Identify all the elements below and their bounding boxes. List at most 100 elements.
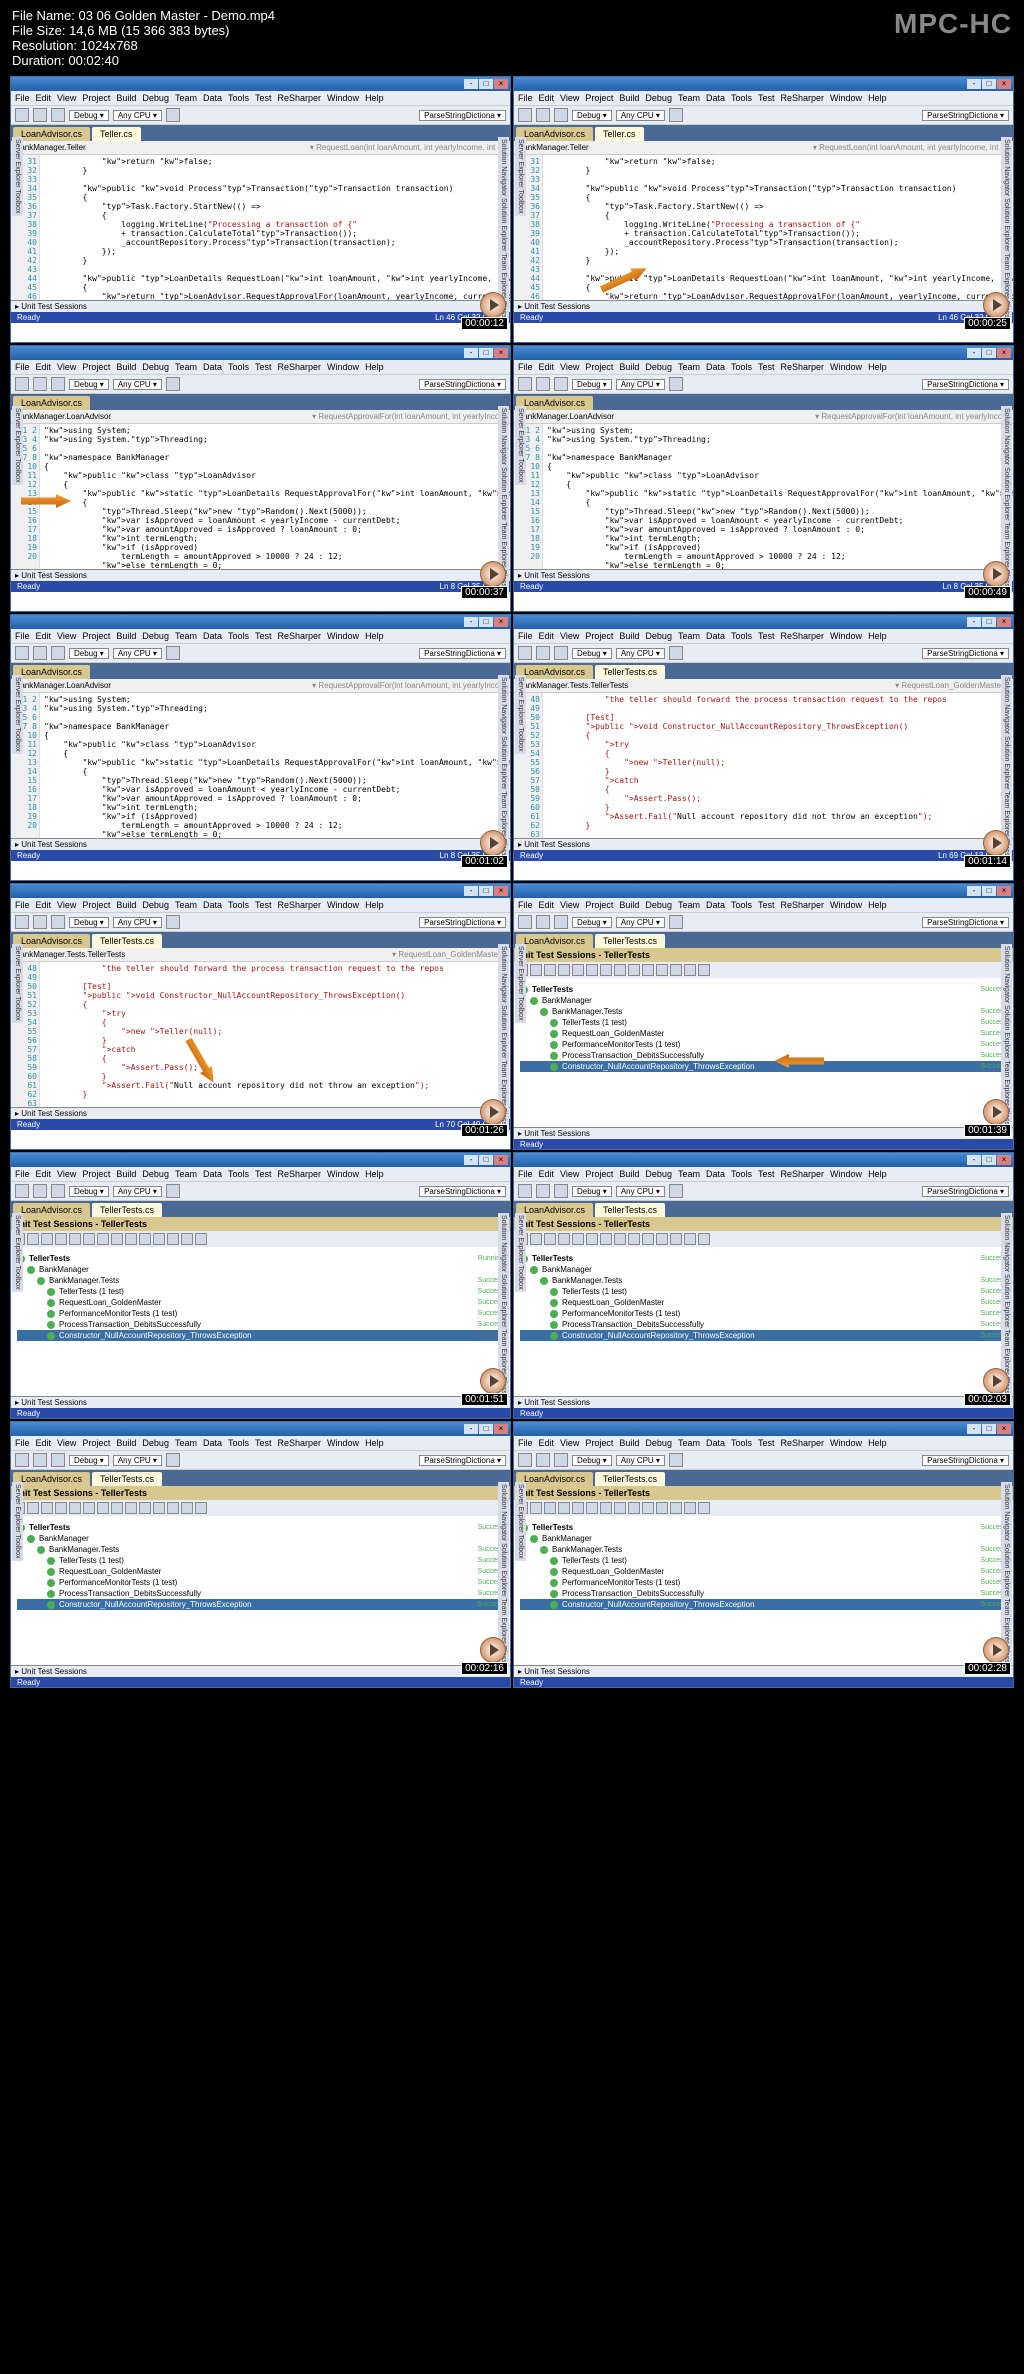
dict-select[interactable]: ParseStringDictiona ▾ (922, 379, 1009, 390)
menu-debug[interactable]: Debug (645, 93, 672, 103)
test-row[interactable]: BankManager (17, 1533, 504, 1544)
menu-debug[interactable]: Debug (645, 362, 672, 372)
menu-window[interactable]: Window (327, 900, 359, 910)
test-row[interactable]: RequestLoan_GoldenMasterSuccess (17, 1566, 504, 1577)
test-tool-button[interactable] (69, 1233, 81, 1245)
menu-view[interactable]: View (560, 631, 579, 641)
tab-active[interactable]: TellerTests.cs (595, 934, 665, 948)
menu-team[interactable]: Team (678, 1169, 700, 1179)
test-tool-button[interactable] (111, 1233, 123, 1245)
menu-resharper[interactable]: ReSharper (781, 1438, 825, 1448)
test-row[interactable]: PerformanceMonitorTests (1 test)Success (520, 1039, 1007, 1050)
test-row[interactable]: TellerTestsSuccess (520, 984, 1007, 995)
play-button[interactable] (480, 1099, 506, 1125)
menu-tools[interactable]: Tools (228, 362, 249, 372)
menu-help[interactable]: Help (868, 900, 887, 910)
menu-window[interactable]: Window (830, 631, 862, 641)
platform-select[interactable]: Any CPU ▾ (113, 110, 162, 121)
menu-team[interactable]: Team (175, 1169, 197, 1179)
test-tool-button[interactable] (55, 1502, 67, 1514)
tab[interactable]: LoanAdvisor.cs (13, 396, 90, 410)
close-button[interactable]: × (997, 348, 1011, 358)
left-panel[interactable]: Server Explorer Toolbox (12, 137, 23, 216)
config-select[interactable]: Debug ▾ (572, 379, 612, 390)
bottom-panel[interactable]: ▸ Unit Test Sessions (11, 569, 510, 581)
test-row[interactable]: PerformanceMonitorTests (1 test)Success (520, 1577, 1007, 1588)
test-row[interactable]: BankManager.TestsSuccess (520, 1006, 1007, 1017)
tab-active[interactable]: Teller.cs (595, 127, 644, 141)
menu-data[interactable]: Data (203, 900, 222, 910)
menu-data[interactable]: Data (203, 362, 222, 372)
test-tool-button[interactable] (572, 1502, 584, 1514)
test-row[interactable]: RequestLoan_GoldenMasterSuccess (520, 1028, 1007, 1039)
code[interactable]: "kw">return "kw">false; } "kw">public "k… (543, 155, 1013, 300)
tool-button[interactable] (15, 377, 29, 391)
tab-active[interactable]: TellerTests.cs (92, 1472, 162, 1486)
config-select[interactable]: Debug ▾ (69, 379, 109, 390)
test-tool-button[interactable] (97, 1502, 109, 1514)
minimize-button[interactable]: - (967, 617, 981, 627)
bottom-panel[interactable]: ▸ Unit Test Sessions (514, 569, 1013, 581)
menu-team[interactable]: Team (678, 1438, 700, 1448)
menu-project[interactable]: Project (82, 362, 110, 372)
menu-test[interactable]: Test (255, 1169, 272, 1179)
test-row-selected[interactable]: Constructor_NullAccountRepository_Throws… (520, 1061, 1007, 1072)
menu-help[interactable]: Help (868, 1169, 887, 1179)
tool-button[interactable] (518, 377, 532, 391)
config-select[interactable]: Debug ▾ (572, 648, 612, 659)
tool-button[interactable] (669, 1184, 683, 1198)
menu-file[interactable]: File (518, 362, 533, 372)
test-tool-button[interactable] (558, 1233, 570, 1245)
test-tool-button[interactable] (586, 1233, 598, 1245)
left-panel[interactable]: Server Explorer Toolbox (12, 406, 23, 485)
dict-select[interactable]: ParseStringDictiona ▾ (922, 1186, 1009, 1197)
test-tool-button[interactable] (27, 1233, 39, 1245)
menu-edit[interactable]: Edit (36, 1169, 52, 1179)
test-tool-button[interactable] (167, 1233, 179, 1245)
menu-test[interactable]: Test (255, 93, 272, 103)
test-row[interactable]: TellerTestsSuccess (520, 1522, 1007, 1533)
tool-button[interactable] (51, 915, 65, 929)
maximize-button[interactable]: □ (479, 886, 493, 896)
left-panel[interactable]: Server Explorer Toolbox (12, 675, 23, 754)
menu-help[interactable]: Help (365, 900, 384, 910)
bottom-panel[interactable]: ▸ Unit Test Sessions (514, 838, 1013, 850)
tool-button[interactable] (15, 915, 29, 929)
test-row[interactable]: RequestLoan_GoldenMasterSuccess (17, 1297, 504, 1308)
test-tool-button[interactable] (600, 1233, 612, 1245)
code[interactable]: "the teller should forward the process t… (543, 693, 1013, 838)
tool-button[interactable] (33, 1184, 47, 1198)
menu-test[interactable]: Test (758, 631, 775, 641)
bottom-panel[interactable]: ▸ Unit Test Sessions (11, 300, 510, 312)
play-button[interactable] (480, 292, 506, 318)
close-button[interactable]: × (997, 1424, 1011, 1434)
tool-button[interactable] (536, 1453, 550, 1467)
bottom-panel[interactable]: ▸ Unit Test Sessions (11, 1396, 510, 1408)
menu-project[interactable]: Project (82, 631, 110, 641)
menu-debug[interactable]: Debug (645, 900, 672, 910)
menu-tools[interactable]: Tools (228, 631, 249, 641)
menu-project[interactable]: Project (585, 1169, 613, 1179)
platform-select[interactable]: Any CPU ▾ (113, 379, 162, 390)
test-row[interactable]: RequestLoan_GoldenMasterSuccess (520, 1297, 1007, 1308)
code[interactable]: "kw">using System; "kw">using System."ty… (40, 693, 510, 838)
tab[interactable]: LoanAdvisor.cs (516, 396, 593, 410)
menu-window[interactable]: Window (327, 1438, 359, 1448)
test-tree[interactable]: TellerTestsRunningBankManagerBankManager… (13, 1249, 508, 1345)
test-tool-button[interactable] (97, 1233, 109, 1245)
menu-help[interactable]: Help (868, 362, 887, 372)
menu-build[interactable]: Build (619, 631, 639, 641)
tool-button[interactable] (33, 108, 47, 122)
editor[interactable]: 1 2 3 4 5 6 7 8 9 10 11 12 13 14 15 16 1… (514, 424, 1013, 569)
minimize-button[interactable]: - (464, 617, 478, 627)
maximize-button[interactable]: □ (479, 348, 493, 358)
menu-window[interactable]: Window (830, 362, 862, 372)
menu-test[interactable]: Test (758, 362, 775, 372)
menu-team[interactable]: Team (175, 1438, 197, 1448)
menu-build[interactable]: Build (116, 1169, 136, 1179)
tab[interactable]: LoanAdvisor.cs (13, 665, 90, 679)
menu-build[interactable]: Build (116, 900, 136, 910)
menu-view[interactable]: View (57, 93, 76, 103)
test-tool-button[interactable] (614, 1502, 626, 1514)
tool-button[interactable] (518, 915, 532, 929)
